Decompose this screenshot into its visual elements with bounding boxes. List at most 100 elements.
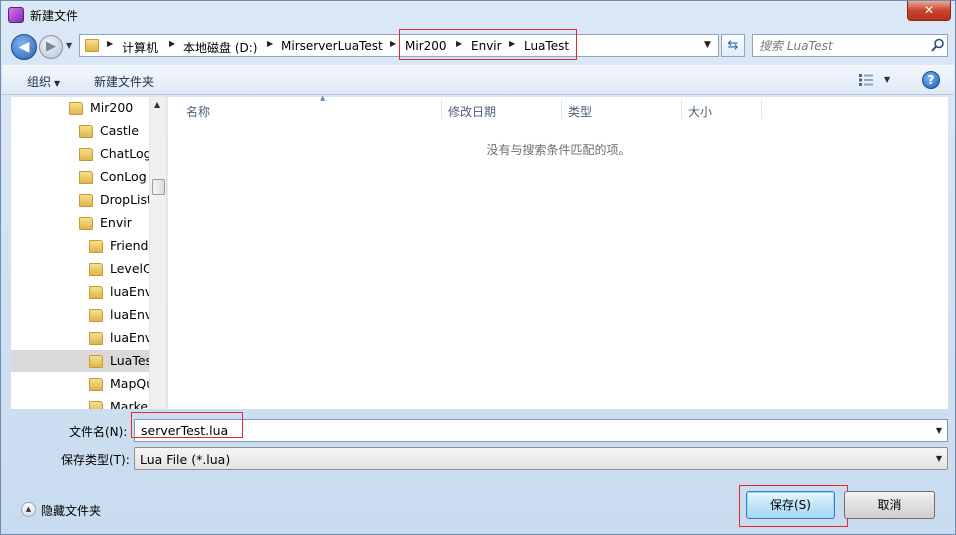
tree-item-levelo[interactable]: LevelO (11, 258, 161, 280)
folder-icon (79, 194, 93, 207)
back-button[interactable]: ◀ (11, 34, 37, 60)
folder-icon (89, 263, 103, 276)
address-dropdown-icon[interactable]: ▼ (704, 40, 711, 50)
tree-item-label: Castle (100, 123, 139, 138)
tree-item-label: Mir200 (90, 100, 134, 115)
filetype-label: 保存类型(T): (61, 453, 130, 467)
back-arrow-icon: ◀ (18, 39, 30, 55)
tree-item-label: ChatLog (100, 146, 152, 161)
window-title: 新建文件 (30, 9, 79, 23)
column-name-label: 名称 (186, 105, 211, 119)
folder-icon (89, 332, 103, 345)
breadcrumb-computer[interactable]: 计算机 (122, 39, 158, 56)
annotation-highlight-filename (131, 412, 243, 438)
forward-button[interactable]: ▶ (39, 35, 63, 59)
breadcrumb-arrow-icon[interactable]: ▶ (390, 39, 396, 48)
folder-icon (89, 378, 103, 391)
column-header-size[interactable]: 大小 (682, 97, 762, 121)
column-header-name[interactable]: 名称 ▲ (180, 94, 440, 121)
chevron-down-icon: ▼ (54, 79, 61, 88)
tree-item-label: Envir (100, 215, 132, 230)
tree-item-luaenvi-1[interactable]: luaEnvi (11, 281, 161, 303)
command-bar: 组织 ▼ 新建文件夹 ▼ ? (2, 65, 954, 95)
tree-item-label: ConLog (100, 169, 147, 184)
filename-combobox[interactable]: ▼ (134, 419, 948, 442)
scroll-up-icon[interactable]: ▲ (154, 100, 160, 109)
tree-item-label: DropList (100, 192, 152, 207)
view-dropdown-icon[interactable]: ▼ (884, 75, 890, 84)
tree-item-mir200[interactable]: Mir200 (11, 97, 161, 119)
cancel-button[interactable]: 取消 (844, 491, 935, 519)
folder-icon (89, 401, 103, 409)
filename-label: 文件名(N): (69, 425, 128, 439)
tree-item-droplist[interactable]: DropList (11, 189, 161, 211)
sort-ascending-icon: ▲ (320, 94, 326, 102)
column-header-type[interactable]: 类型 (562, 97, 682, 121)
breadcrumb-mirserverluatest[interactable]: MirserverLuaTest (281, 39, 383, 53)
chevron-down-icon[interactable]: ▼ (936, 454, 942, 463)
folder-icon (79, 217, 93, 230)
column-separator[interactable] (761, 99, 762, 119)
folder-icon (89, 309, 103, 322)
app-icon (8, 7, 24, 23)
breadcrumb-arrow-icon[interactable]: ▶ (267, 39, 273, 48)
tree-item-label: LevelO (110, 261, 153, 276)
breadcrumb-arrow-icon[interactable]: ▶ (107, 39, 113, 48)
hide-folders-label: 隐藏文件夹 (41, 504, 102, 518)
tree-item-conlog[interactable]: ConLog (11, 166, 161, 188)
tree-item-label: LuaTes (110, 353, 153, 368)
tree-item-luaenvi-3[interactable]: luaEnvi (11, 327, 161, 349)
filetype-select[interactable]: Lua File (*.lua) ▼ (134, 447, 948, 470)
organize-button[interactable]: 组织 ▼ (27, 73, 60, 90)
folder-icon (89, 355, 103, 368)
folder-icon (79, 125, 93, 138)
tree-item-friends[interactable]: Friends (11, 235, 161, 257)
search-input[interactable] (757, 37, 927, 54)
column-size-label: 大小 (688, 105, 713, 119)
folder-icon (89, 240, 103, 253)
navigation-pane[interactable]: Mir200 Castle ChatLog ConLog DropList En… (11, 97, 166, 409)
folder-icon (89, 286, 103, 299)
tree-item-chatlog[interactable]: ChatLog (11, 143, 161, 165)
breadcrumb-local-disk[interactable]: 本地磁盘 (D:) (183, 39, 257, 56)
search-box[interactable] (752, 34, 948, 57)
column-type-label: 类型 (568, 105, 593, 119)
tree-item-label: Marke (110, 399, 149, 409)
forward-arrow-icon: ▶ (46, 39, 56, 54)
annotation-highlight-path (399, 29, 577, 60)
folder-icon (85, 39, 99, 52)
search-icon[interactable] (931, 38, 945, 53)
annotation-highlight-save (739, 485, 848, 527)
column-modified-label: 修改日期 (448, 105, 497, 119)
new-folder-button[interactable]: 新建文件夹 (94, 73, 154, 90)
chevron-down-icon[interactable]: ▼ (936, 426, 942, 435)
filetype-value: Lua File (*.lua) (140, 452, 231, 467)
recent-locations-dropdown[interactable]: ▼ (66, 41, 72, 50)
navigation-scrollbar[interactable]: ▲ (149, 97, 166, 409)
tree-item-luatest[interactable]: LuaTes (11, 350, 153, 372)
breadcrumb-arrow-icon[interactable]: ▶ (169, 39, 175, 48)
tree-item-envir[interactable]: Envir (11, 212, 161, 234)
tree-item-mapqu[interactable]: MapQu (11, 373, 161, 395)
save-file-dialog: 新建文件 ✕ ◀ ▶ ▼ ▶ 计算机 ▶ 本地磁盘 (D:) ▶ Mirserv… (0, 0, 956, 535)
scrollbar-thumb[interactable] (152, 179, 165, 195)
tree-item-luaenvi-2[interactable]: luaEnvi (11, 304, 161, 326)
tree-item-castle[interactable]: Castle (11, 120, 161, 142)
folder-icon (79, 171, 93, 184)
tree-item-marke[interactable]: Marke (11, 396, 161, 409)
folder-icon (79, 148, 93, 161)
organize-label: 组织 (27, 75, 52, 89)
help-icon[interactable]: ? (922, 71, 940, 89)
file-list-pane[interactable]: 名称 ▲ 修改日期 类型 大小 没有与搜索条件匹配的项。 (167, 94, 948, 409)
chevron-up-icon: ▲ (21, 502, 36, 517)
refresh-icon: ⇆ (727, 38, 739, 53)
close-button[interactable]: ✕ (907, 1, 951, 21)
empty-list-message: 没有与搜索条件匹配的项。 (486, 143, 631, 157)
filename-input[interactable] (139, 422, 919, 439)
tree-item-label: MapQu (110, 376, 155, 391)
chevron-down-icon: ▼ (66, 41, 73, 50)
folder-icon (69, 102, 83, 115)
refresh-button[interactable]: ⇆ (721, 34, 745, 57)
column-header-modified[interactable]: 修改日期 (442, 97, 562, 121)
view-options-icon[interactable] (858, 73, 874, 87)
